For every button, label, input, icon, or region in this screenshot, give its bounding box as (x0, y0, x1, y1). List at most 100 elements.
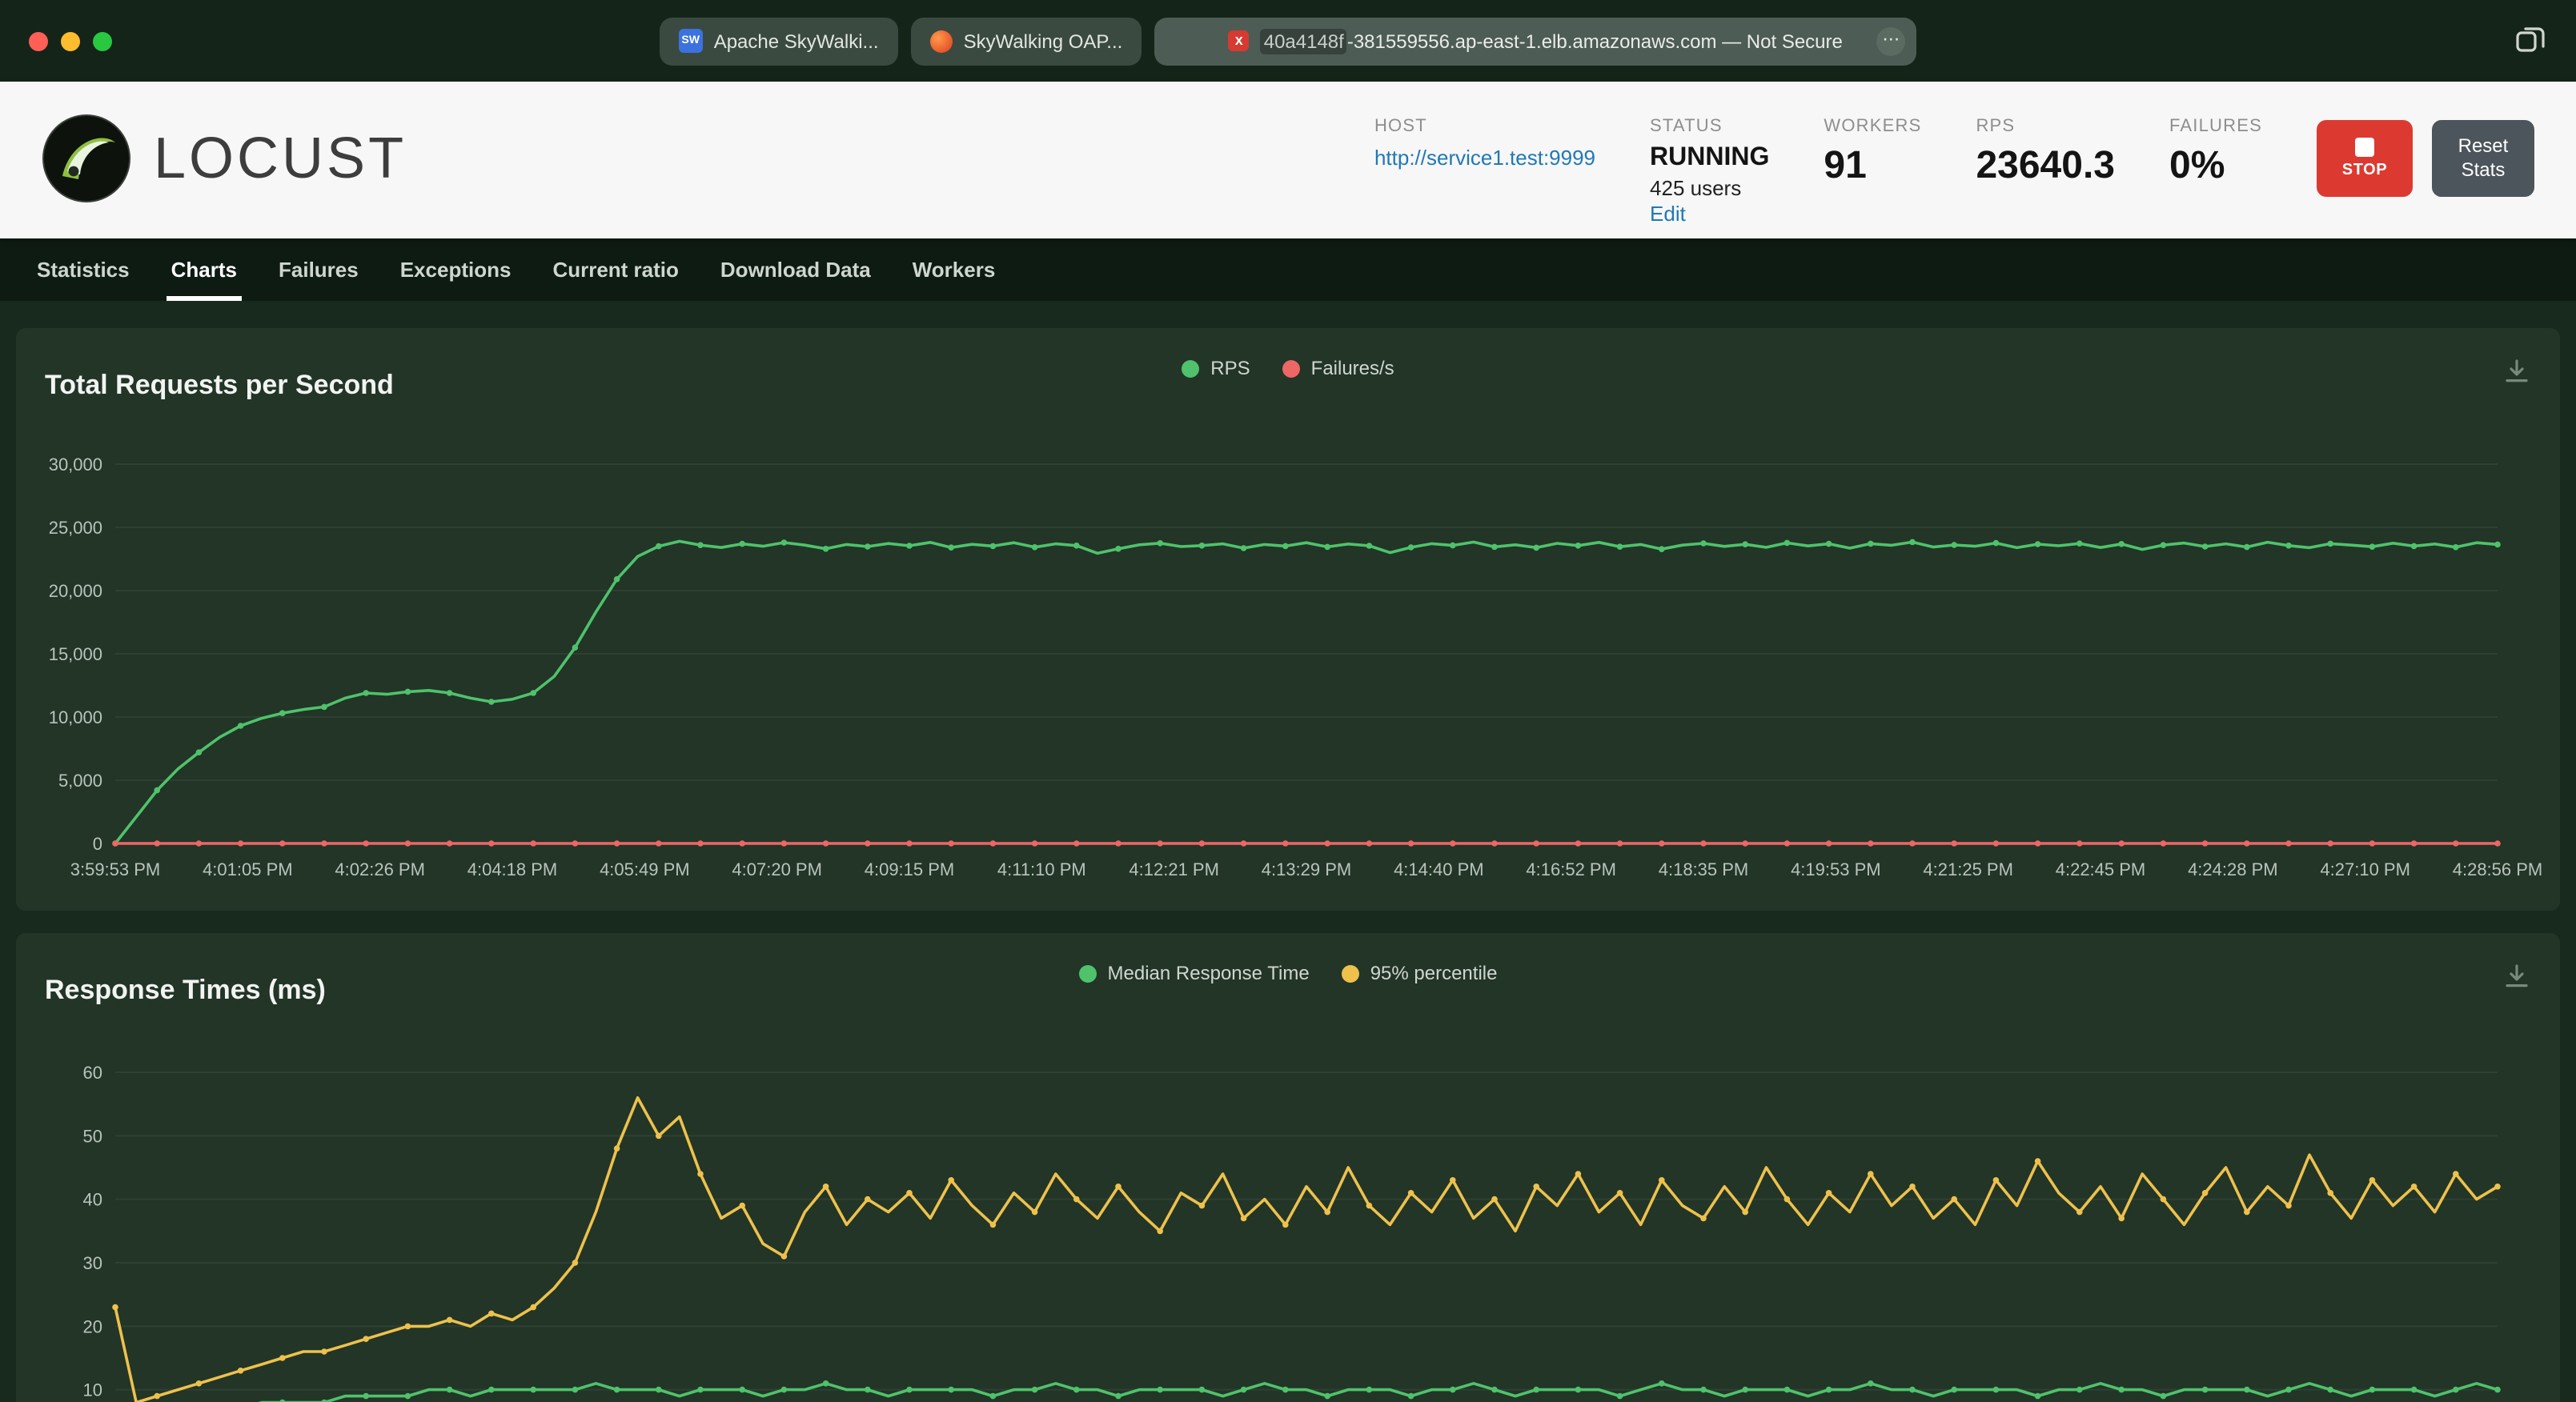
stop-button-label: STOP (2341, 162, 2388, 179)
page: SW Apache SkyWalki... SkyWalking OAP... … (0, 0, 2576, 1402)
skywalking-sw-icon: SW (678, 29, 703, 53)
svg-text:10,000: 10,000 (49, 707, 102, 727)
status-label: STATUS (1650, 117, 1723, 136)
tab-statistics[interactable]: Statistics (16, 238, 150, 301)
svg-text:4:16:52 PM: 4:16:52 PM (1526, 859, 1616, 879)
svg-text:60: 60 (83, 1063, 102, 1083)
svg-text:30,000: 30,000 (49, 455, 102, 475)
svg-text:4:28:56 PM: 4:28:56 PM (2453, 859, 2543, 879)
stat-failures: FAILURES 0% (2169, 117, 2262, 189)
tab-workers[interactable]: Workers (892, 238, 1017, 301)
host-label: HOST (1374, 117, 1427, 136)
svg-text:4:18:35 PM: 4:18:35 PM (1659, 859, 1749, 879)
skywalking-oap-icon (929, 30, 953, 52)
svg-text:4:14:40 PM: 4:14:40 PM (1394, 859, 1484, 879)
svg-text:4:19:53 PM: 4:19:53 PM (1791, 859, 1881, 879)
svg-text:4:27:10 PM: 4:27:10 PM (2320, 859, 2410, 879)
browser-tabs: SW Apache SkyWalki... SkyWalking OAP... … (659, 17, 1917, 65)
svg-text:4:13:29 PM: 4:13:29 PM (1262, 859, 1352, 879)
svg-text:25,000: 25,000 (49, 518, 102, 538)
reset-stats-button[interactable]: Reset Stats (2432, 120, 2534, 197)
response-times-chart-canvas: 6050403020103:59:53 PM4:01:05 PM4:02:26 … (83, 1063, 2501, 1402)
svg-text:40: 40 (83, 1190, 102, 1210)
rps-label: RPS (1976, 117, 2016, 136)
legend-item-p95[interactable]: 95% percentile (1341, 962, 1498, 984)
chart-legend: RPS Failures/s (16, 357, 2560, 379)
svg-text:4:05:49 PM: 4:05:49 PM (600, 859, 690, 879)
svg-text:3:59:53 PM: 3:59:53 PM (70, 859, 161, 879)
svg-text:0: 0 (93, 834, 102, 854)
stat-status: STATUS RUNNING 425 users Edit (1650, 117, 1769, 229)
svg-text:4:07:20 PM: 4:07:20 PM (732, 859, 822, 879)
tab-charts[interactable]: Charts (150, 238, 258, 301)
edit-link[interactable]: Edit (1650, 202, 1686, 226)
legend-label: RPS (1210, 357, 1250, 379)
browser-tab-skywalking[interactable]: SW Apache SkyWalki... (659, 17, 898, 65)
svg-text:4:09:15 PM: 4:09:15 PM (865, 859, 955, 879)
url-rest: -381559556.ap-east-1.elb.amazonaws.com (1346, 30, 1717, 52)
svg-text:4:24:28 PM: 4:24:28 PM (2188, 859, 2278, 879)
stop-button[interactable]: STOP (2317, 120, 2413, 197)
main-content: 30,000 25,000 20,000 15,000 10,000 5,000 0 3:59… (0, 301, 2576, 1402)
brand: LOCUST (42, 114, 407, 203)
minimize-window-button[interactable] (61, 31, 80, 50)
address-text: 40a4148f -381559556.ap-east-1.elb.amazona… (1260, 28, 1843, 54)
tab-overview-icon[interactable] (2515, 24, 2547, 56)
svg-text:4:01:05 PM: 4:01:05 PM (203, 859, 293, 879)
svg-text:50: 50 (83, 1126, 102, 1146)
tab-more-icon[interactable]: ⋯ (1876, 26, 1906, 55)
tab-label: Apache SkyWalki... (713, 30, 879, 52)
failures-legend-dot-icon (1282, 359, 1300, 377)
stat-host: HOST http://service1.test:9999 (1374, 117, 1595, 173)
workers-label: WORKERS (1824, 117, 1922, 136)
tab-exceptions[interactable]: Exceptions (379, 238, 532, 301)
svg-text:20: 20 (83, 1316, 102, 1336)
zoom-window-button[interactable] (93, 31, 112, 50)
p95-legend-dot-icon (1341, 964, 1359, 982)
legend-label: 95% percentile (1370, 962, 1498, 984)
svg-text:4:11:10 PM: 4:11:10 PM (997, 859, 1086, 879)
response-times-chart-panel: 6050403020103:59:53 PM4:01:05 PM4:02:26 … (16, 933, 2560, 1402)
nav-tabs: Statistics Charts Failures Exceptions Cu… (0, 238, 2576, 301)
legend-label: Median Response Time (1107, 962, 1310, 984)
status-users: 425 users (1650, 176, 1742, 200)
rps-legend-dot-icon (1182, 359, 1200, 377)
tab-download-data[interactable]: Download Data (700, 238, 892, 301)
close-window-button[interactable] (29, 31, 48, 50)
rps-value: 23640.3 (1976, 144, 2115, 187)
chart-legend: Median Response Time 95% percentile (16, 962, 2560, 984)
svg-text:10: 10 (83, 1380, 102, 1400)
legend-item-rps[interactable]: RPS (1182, 357, 1250, 379)
svg-text:30: 30 (83, 1253, 102, 1273)
traffic-lights (29, 0, 112, 82)
url-prefix: 40a4148f (1260, 28, 1347, 54)
brand-name: LOCUST (154, 125, 407, 190)
svg-text:20,000: 20,000 (49, 581, 102, 601)
svg-text:4:12:21 PM: 4:12:21 PM (1129, 859, 1219, 879)
host-link[interactable]: http://service1.test:9999 (1374, 146, 1595, 170)
svg-text:15,000: 15,000 (49, 644, 102, 664)
stop-icon (2355, 138, 2374, 157)
stat-rps: RPS 23640.3 (1976, 117, 2115, 189)
tab-current-ratio[interactable]: Current ratio (532, 238, 699, 301)
rps-chart-canvas: 30,000 25,000 20,000 15,000 10,000 5,000 0 3:59… (49, 455, 2543, 879)
svg-text:4:21:25 PM: 4:21:25 PM (1923, 859, 2013, 879)
legend-item-median[interactable]: Median Response Time (1078, 962, 1310, 984)
status-value: RUNNING (1650, 144, 1770, 171)
download-chart-icon[interactable] (2502, 357, 2531, 386)
not-secure-label: — Not Secure (1716, 30, 1843, 52)
median-legend-dot-icon (1078, 964, 1097, 982)
browser-tab-skywalking-oap[interactable]: SkyWalking OAP... (910, 17, 1142, 65)
legend-label: Failures/s (1310, 357, 1394, 379)
download-chart-icon[interactable] (2502, 962, 2531, 991)
legend-item-failures[interactable]: Failures/s (1282, 357, 1394, 379)
header-buttons: STOP Reset Stats (2317, 117, 2534, 197)
browser-chrome: SW Apache SkyWalki... SkyWalking OAP... … (0, 0, 2576, 82)
workers-value: 91 (1824, 144, 1867, 187)
app-header: LOCUST HOST http://service1.test:9999 ST… (0, 82, 2576, 238)
svg-text:4:02:26 PM: 4:02:26 PM (335, 859, 425, 879)
svg-text:5,000: 5,000 (58, 771, 102, 791)
browser-tab-active-locust[interactable]: x 40a4148f -381559556.ap-east-1.elb.amazo… (1154, 17, 1917, 65)
rps-chart-panel: 30,000 25,000 20,000 15,000 10,000 5,000 0 3:59… (16, 328, 2560, 911)
tab-failures[interactable]: Failures (258, 238, 379, 301)
